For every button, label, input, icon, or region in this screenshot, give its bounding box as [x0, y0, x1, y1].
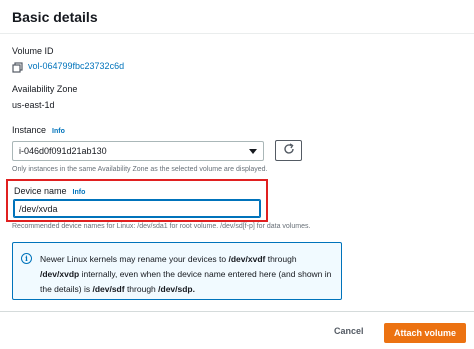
alert-line3-bold2: /dev/sdp.: [158, 284, 195, 294]
alert-line1-bold: /dev/xvdf: [228, 254, 266, 264]
basic-details-panel: Basic details Volume ID vol-064799fbc237…: [0, 0, 474, 312]
device-name-label: Device name: [14, 186, 67, 196]
device-name-highlight: Device name Info: [6, 179, 268, 222]
device-label-row: Device name Info: [14, 186, 85, 196]
alert-line-2: /dev/xvdp internally, even when the devi…: [40, 267, 336, 282]
copy-icon[interactable]: [12, 60, 23, 73]
availability-zone-value: us-east-1d: [12, 100, 55, 110]
panel-title: Basic details: [12, 9, 98, 25]
device-info-link[interactable]: Info: [73, 189, 86, 196]
device-name-input[interactable]: [13, 199, 261, 218]
alert-line3-bold1: /dev/sdf: [92, 284, 125, 294]
info-circle-icon: i: [21, 253, 32, 264]
instance-label: Instance: [12, 125, 47, 135]
availability-zone-label: Availability Zone: [12, 84, 78, 94]
alert-line-3: the details) is /dev/sdf through /dev/sd…: [40, 282, 336, 297]
instance-select-value: i-046d0f091d21ab130: [19, 146, 107, 156]
alert-line2-suffix: internally, even when the device name en…: [79, 269, 332, 279]
volume-id-label: Volume ID: [12, 46, 54, 56]
alert-line1-prefix: Newer Linux kernels may rename your devi…: [40, 254, 229, 264]
alert-text: Newer Linux kernels may rename your devi…: [40, 252, 336, 297]
alert-line3-mid: through: [124, 284, 159, 294]
info-alert: i Newer Linux kernels may rename your de…: [12, 242, 342, 300]
attach-volume-button[interactable]: Attach volume: [384, 323, 466, 343]
panel-header: Basic details: [0, 0, 474, 34]
instance-select[interactable]: i-046d0f091d21ab130: [12, 141, 264, 161]
instance-label-row: Instance Info: [12, 125, 65, 135]
refresh-icon: [283, 142, 295, 160]
instance-info-link[interactable]: Info: [52, 128, 65, 135]
alert-line1-suffix: through: [265, 254, 297, 264]
cancel-button[interactable]: Cancel: [334, 326, 364, 336]
alert-line2-bold: /dev/xvdp: [40, 269, 80, 279]
alert-line3-prefix: the details) is: [40, 284, 93, 294]
instance-help-text: Only instances in the same Availability …: [12, 166, 268, 173]
alert-line-1: Newer Linux kernels may rename your devi…: [40, 252, 336, 267]
device-help-text: Recommended device names for Linux: /dev…: [12, 223, 311, 230]
refresh-button[interactable]: [275, 140, 302, 161]
caret-down-icon: [249, 148, 257, 154]
volume-id-link[interactable]: vol-064799fbc23732c6d: [28, 61, 124, 71]
volume-id-row: vol-064799fbc23732c6d: [12, 60, 124, 73]
